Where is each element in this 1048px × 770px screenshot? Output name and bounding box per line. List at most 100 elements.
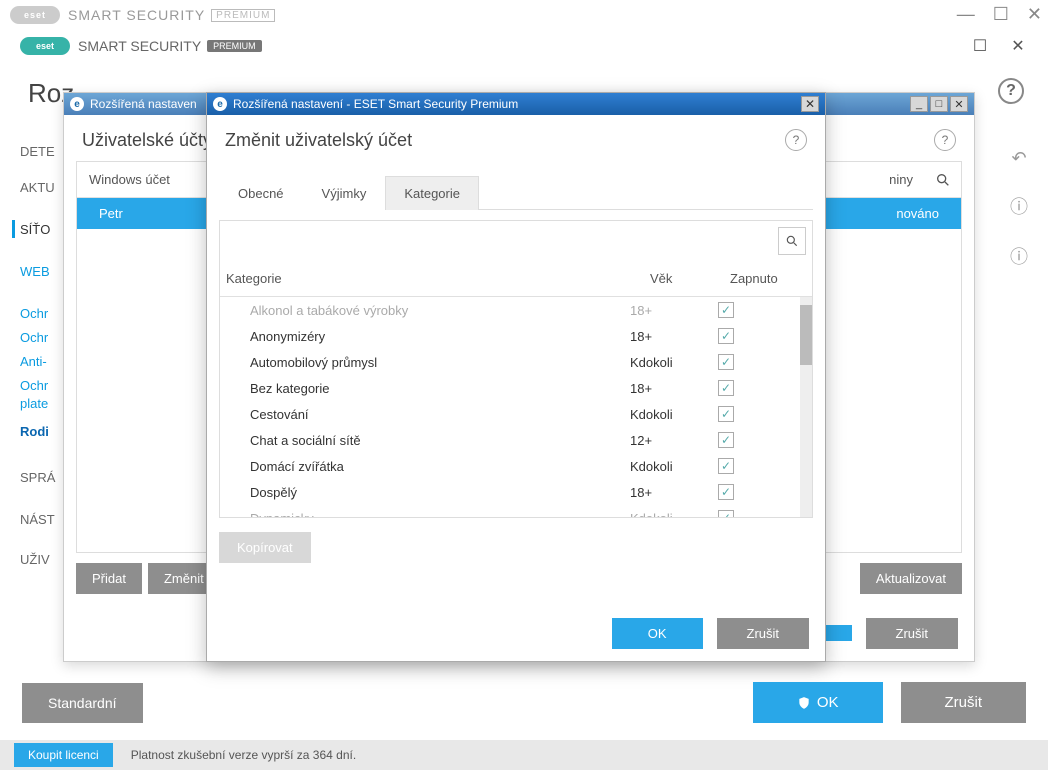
category-age: 12+ <box>630 433 718 448</box>
col-age: Věk <box>644 261 724 296</box>
checkbox-icon[interactable]: ✓ <box>718 510 734 517</box>
dialog-edit-user: e Rozšířená nastavení - ESET Smart Secur… <box>206 92 826 662</box>
category-name: Dynamicky <box>226 511 630 518</box>
col-enabled: Zapnuto <box>724 261 812 296</box>
categories-header: Kategorie Věk Zapnuto <box>220 261 812 297</box>
category-enabled[interactable]: ✓ <box>718 380 806 396</box>
category-row[interactable]: CestováníKdokoli✓ <box>220 401 812 427</box>
category-row[interactable]: Automobilový průmyslKdokoli✓ <box>220 349 812 375</box>
category-age: 18+ <box>630 485 718 500</box>
dialog1-maximize-icon[interactable]: □ <box>930 96 948 112</box>
app-maximize-icon[interactable]: ☐ <box>970 36 990 56</box>
tab-categories[interactable]: Kategorie <box>385 176 479 210</box>
eset-e-icon-2: e <box>213 97 227 111</box>
scrollbar-thumb[interactable] <box>800 305 812 365</box>
tabs: Obecné Výjimky Kategorie <box>219 175 813 210</box>
category-row[interactable]: Bez kategorie18+✓ <box>220 375 812 401</box>
add-button[interactable]: Přidat <box>76 563 142 594</box>
tab-exceptions[interactable]: Výjimky <box>303 176 386 210</box>
category-enabled[interactable]: ✓ <box>718 432 806 448</box>
window-titlebar-bg: eset SMART SECURITY PREMIUM <box>0 0 1048 30</box>
product-name: SMART SECURITY <box>78 38 201 54</box>
dialog2-cancel-button[interactable]: Zrušit <box>717 618 810 649</box>
category-enabled[interactable]: ✓ <box>718 484 806 500</box>
category-row[interactable]: DynamickyKdokoli✓ <box>220 505 812 517</box>
categories-table: Kategorie Věk Zapnuto Alkonol a tabákové… <box>219 220 813 518</box>
categories-search-button[interactable] <box>778 227 806 255</box>
standard-button[interactable]: Standardní <box>22 683 143 723</box>
dialog2-footer: OK Zrušit <box>207 605 825 661</box>
category-enabled[interactable]: ✓ <box>718 406 806 422</box>
category-age: Kdokoli <box>630 407 718 422</box>
minimize-icon[interactable]: — <box>957 6 975 22</box>
category-name: Cestování <box>226 407 630 422</box>
right-toolbar: ↶ ⓘ ⓘ <box>1010 148 1028 269</box>
dialog1-cancel-button[interactable]: Zrušit <box>866 618 959 649</box>
category-enabled[interactable]: ✓ <box>718 328 806 344</box>
info-icon-2[interactable]: ⓘ <box>1010 243 1028 269</box>
category-enabled[interactable]: ✓ <box>718 302 806 318</box>
undo-icon[interactable]: ↶ <box>1011 148 1026 169</box>
help-button[interactable]: ? <box>998 78 1024 104</box>
dialog2-titlebar[interactable]: e Rozšířená nastavení - ESET Smart Secur… <box>207 93 825 115</box>
eset-e-icon: e <box>70 97 84 111</box>
app-close-icon[interactable]: ✕ <box>1008 36 1028 56</box>
dialog1-minimize-icon[interactable]: _ <box>910 96 928 112</box>
category-row[interactable]: Anonymizéry18+✓ <box>220 323 812 349</box>
category-name: Domácí zvířátka <box>226 459 630 474</box>
category-age: Kdokoli <box>630 355 718 370</box>
category-age: Kdokoli <box>630 459 718 474</box>
category-row[interactable]: Domácí zvířátkaKdokoli✓ <box>220 453 812 479</box>
search-button[interactable] <box>925 162 961 198</box>
copy-button: Kopírovat <box>219 532 311 563</box>
checkbox-icon[interactable]: ✓ <box>718 302 734 318</box>
status-bar: Koupit licenci Platnost zkušební verze v… <box>0 740 1048 770</box>
main-ok-button[interactable]: OK <box>753 682 883 723</box>
dialog2-ok-button[interactable]: OK <box>612 618 703 649</box>
info-icon[interactable]: ⓘ <box>1010 193 1028 219</box>
category-age: 18+ <box>630 381 718 396</box>
category-name: Dospělý <box>226 485 630 500</box>
tab-general[interactable]: Obecné <box>219 176 303 210</box>
checkbox-icon[interactable]: ✓ <box>718 380 734 396</box>
checkbox-icon[interactable]: ✓ <box>718 458 734 474</box>
window-controls-bg: — ☐ ✕ <box>957 6 1042 22</box>
scrollbar[interactable] <box>800 297 812 517</box>
dialog2-help-button[interactable]: ? <box>785 129 807 151</box>
dialog1-help-button[interactable]: ? <box>934 129 956 151</box>
category-enabled[interactable]: ✓ <box>718 510 806 517</box>
main-ok-label: OK <box>817 694 839 711</box>
category-name: Alkonol a tabákové výrobky <box>226 303 630 318</box>
main-cancel-button[interactable]: Zrušit <box>901 682 1027 723</box>
buy-license-button[interactable]: Koupit licenci <box>14 743 113 767</box>
checkbox-icon[interactable]: ✓ <box>718 406 734 422</box>
checkbox-icon[interactable]: ✓ <box>718 354 734 370</box>
dialog1-title: Rozšířená nastaven <box>90 97 197 111</box>
category-enabled[interactable]: ✓ <box>718 354 806 370</box>
col-category: Kategorie <box>220 261 644 296</box>
categories-list[interactable]: Alkonol a tabákové výrobky18+✓Anonymizér… <box>220 297 812 517</box>
main-footer: Standardní OK Zrušit <box>14 672 1034 733</box>
dialog2-heading-row: Změnit uživatelský účet ? <box>207 115 825 161</box>
checkbox-icon[interactable]: ✓ <box>718 432 734 448</box>
close-icon[interactable]: ✕ <box>1027 6 1042 22</box>
dialog1-close-icon[interactable]: ✕ <box>950 96 968 112</box>
category-age: 18+ <box>630 303 718 318</box>
app-titlebar: eset SMART SECURITY PREMIUM <box>12 32 1036 60</box>
category-age: 18+ <box>630 329 718 344</box>
trial-status-text: Platnost zkušební verze vyprší za 364 dn… <box>131 748 356 762</box>
checkbox-icon[interactable]: ✓ <box>718 484 734 500</box>
category-row[interactable]: Chat a sociální sítě12+✓ <box>220 427 812 453</box>
category-row[interactable]: Dospělý18+✓ <box>220 479 812 505</box>
copy-row: Kopírovat <box>219 532 813 563</box>
product-name-bg: SMART SECURITY <box>68 7 205 23</box>
premium-badge: PREMIUM <box>207 40 262 52</box>
category-enabled[interactable]: ✓ <box>718 458 806 474</box>
maximize-icon[interactable]: ☐ <box>993 6 1009 22</box>
category-row[interactable]: Alkonol a tabákové výrobky18+✓ <box>220 297 812 323</box>
app-window-controls: ☐ ✕ <box>970 36 1028 56</box>
checkbox-icon[interactable]: ✓ <box>718 328 734 344</box>
dialog1-heading: Uživatelské účty <box>82 130 212 151</box>
dialog2-close-icon[interactable]: ✕ <box>801 96 819 112</box>
update-button[interactable]: Aktualizovat <box>860 563 962 594</box>
